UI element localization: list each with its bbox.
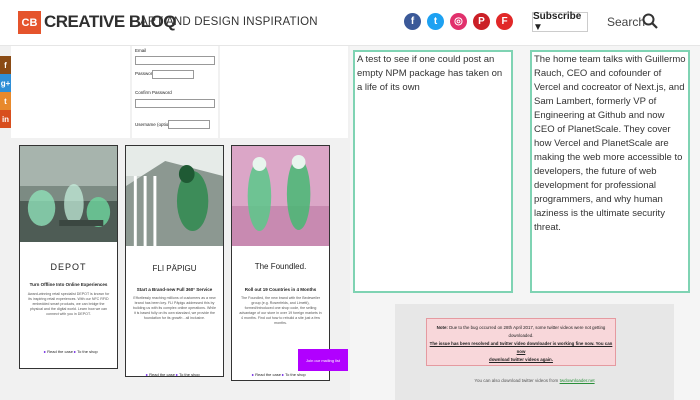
alternate-download-text: You can also download twitter videos fro… [474,378,595,383]
facebook-share-icon[interactable]: f [0,56,11,74]
card-description: The Foundled, the new brand with the Bed… [239,296,322,325]
article-excerpt-left: A test to see if one could post an empty… [353,50,513,293]
googleplus-share-icon[interactable]: g+ [0,74,11,92]
card-title: Roll out 19 Countries in 4 Months [244,287,317,292]
twitter-share-icon[interactable]: t [0,92,11,110]
site-tagline: ART AND DESIGN INSPIRATION [140,16,318,28]
card-title: Turn Offline Into Online Experiences [29,282,108,287]
twitter-icon[interactable]: t [427,13,444,30]
case-card-the-foundled[interactable]: The Foundled. Roll out 19 Countries in 4… [231,145,330,381]
confirm-password-field[interactable] [135,99,215,108]
case-card-depot[interactable]: DEPOT Turn Offline Into Online Experienc… [19,145,118,369]
read-case-link[interactable]: ▸ Read the case [44,349,73,354]
card-image [232,146,329,246]
mailing-list-button[interactable]: Join our mailing list [298,349,348,371]
subscribe-button[interactable]: Subscribe ▼ [532,11,588,33]
username-field[interactable] [168,120,210,129]
case-card-fli-papigu[interactable]: FLI PÄPIGU Start a Brand-new Full 360° S… [125,145,224,377]
left-blank-panel [11,46,130,138]
card-title: Start a Brand-new Full 360° Service [136,287,213,292]
article-excerpt-right: The home team talks with Guillermo Rauch… [530,50,690,293]
read-case-link[interactable]: ▸ Read the case [146,372,175,377]
instagram-icon[interactable]: ◎ [450,13,467,30]
notice-line-3: download twitter videos again. [489,357,553,362]
confirm-password-label: Confirm Password [135,90,172,95]
shop-link[interactable]: ▸ To the shop [282,372,306,377]
notice-line-1: Note: Due to the bug occurred on 28th Ap… [436,325,606,338]
linkedin-share-icon[interactable]: in [0,110,11,128]
logo-mark[interactable]: CB [18,11,41,34]
bug-notice-box: Note: Due to the bug occurred on 28th Ap… [426,318,616,366]
facebook-icon[interactable]: f [404,13,421,30]
password-field[interactable] [152,70,194,79]
signup-form: Email Password Confirm Password Username… [132,46,218,138]
card-brand: FLI PÄPIGU [152,264,197,273]
right-blank-panel [220,46,348,138]
read-case-link[interactable]: ▸ Read the case [252,372,281,377]
search-label[interactable]: Search [607,15,645,29]
notice-line-2: The issue has been resolved and twitter … [429,341,613,354]
email-label: Email [135,48,147,53]
search-icon[interactable] [642,13,658,29]
card-image [20,146,117,242]
card-description: Effortlessly reaching millions of custom… [133,296,216,320]
email-field[interactable] [135,56,215,65]
card-brand: The Foundled. [254,262,307,271]
shop-link[interactable]: ▸ To the shop [74,349,98,354]
twdownloader-link[interactable]: twdownloader.net [560,378,595,383]
card-description: Award-winning retail specialist DEPOT is… [27,292,110,316]
card-brand: DEPOT [50,262,87,272]
site-header: CB CREATIVE BLOQ ART AND DESIGN INSPIRAT… [0,0,700,45]
shop-link[interactable]: ▸ To the shop [176,372,200,377]
card-image [126,146,223,246]
flipboard-icon[interactable]: F [496,13,513,30]
pinterest-icon[interactable]: P [473,13,490,30]
